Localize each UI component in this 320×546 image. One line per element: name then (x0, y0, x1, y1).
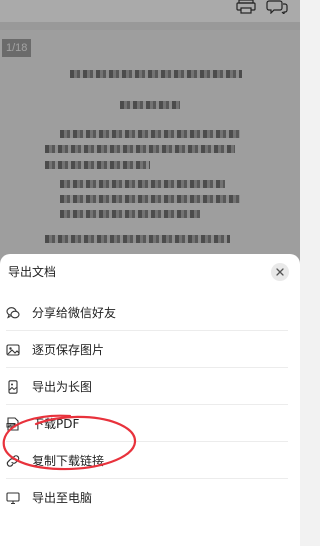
long-image-icon (6, 379, 20, 394)
sheet-title: 导出文档 (8, 265, 57, 279)
close-icon (276, 268, 284, 276)
image-icon (6, 343, 20, 357)
menu-item-label: 逐页保存图片 (32, 343, 105, 357)
close-button[interactable] (271, 263, 289, 281)
save-pages-as-images-item[interactable]: 逐页保存图片 (0, 331, 300, 368)
menu-item-label: 复制下载链接 (32, 454, 105, 468)
export-sheet: 导出文档 分享给微信好友 逐页保存图片 导出为长图 PDF 下载PDF 复制下载… (0, 254, 300, 546)
menu-item-label: 下载PDF (32, 417, 80, 431)
link-icon (6, 454, 20, 468)
copy-download-link-item[interactable]: 复制下载链接 (0, 442, 300, 479)
menu-item-label: 导出为长图 (32, 380, 93, 394)
menu-item-label: 导出至电脑 (32, 491, 93, 505)
wechat-icon (6, 306, 20, 320)
svg-text:PDF: PDF (7, 423, 14, 427)
export-long-image-item[interactable]: 导出为长图 (0, 368, 300, 405)
share-wechat-item[interactable]: 分享给微信好友 (0, 294, 300, 331)
pdf-icon: PDF (6, 416, 20, 431)
download-pdf-item[interactable]: PDF 下载PDF (0, 405, 300, 442)
menu-item-label: 分享给微信好友 (32, 306, 117, 320)
export-options-list: 分享给微信好友 逐页保存图片 导出为长图 PDF 下载PDF 复制下载链接 导出… (0, 294, 300, 516)
export-to-computer-item[interactable]: 导出至电脑 (0, 479, 300, 516)
monitor-icon (6, 491, 20, 505)
sheet-header: 导出文档 (0, 254, 300, 290)
